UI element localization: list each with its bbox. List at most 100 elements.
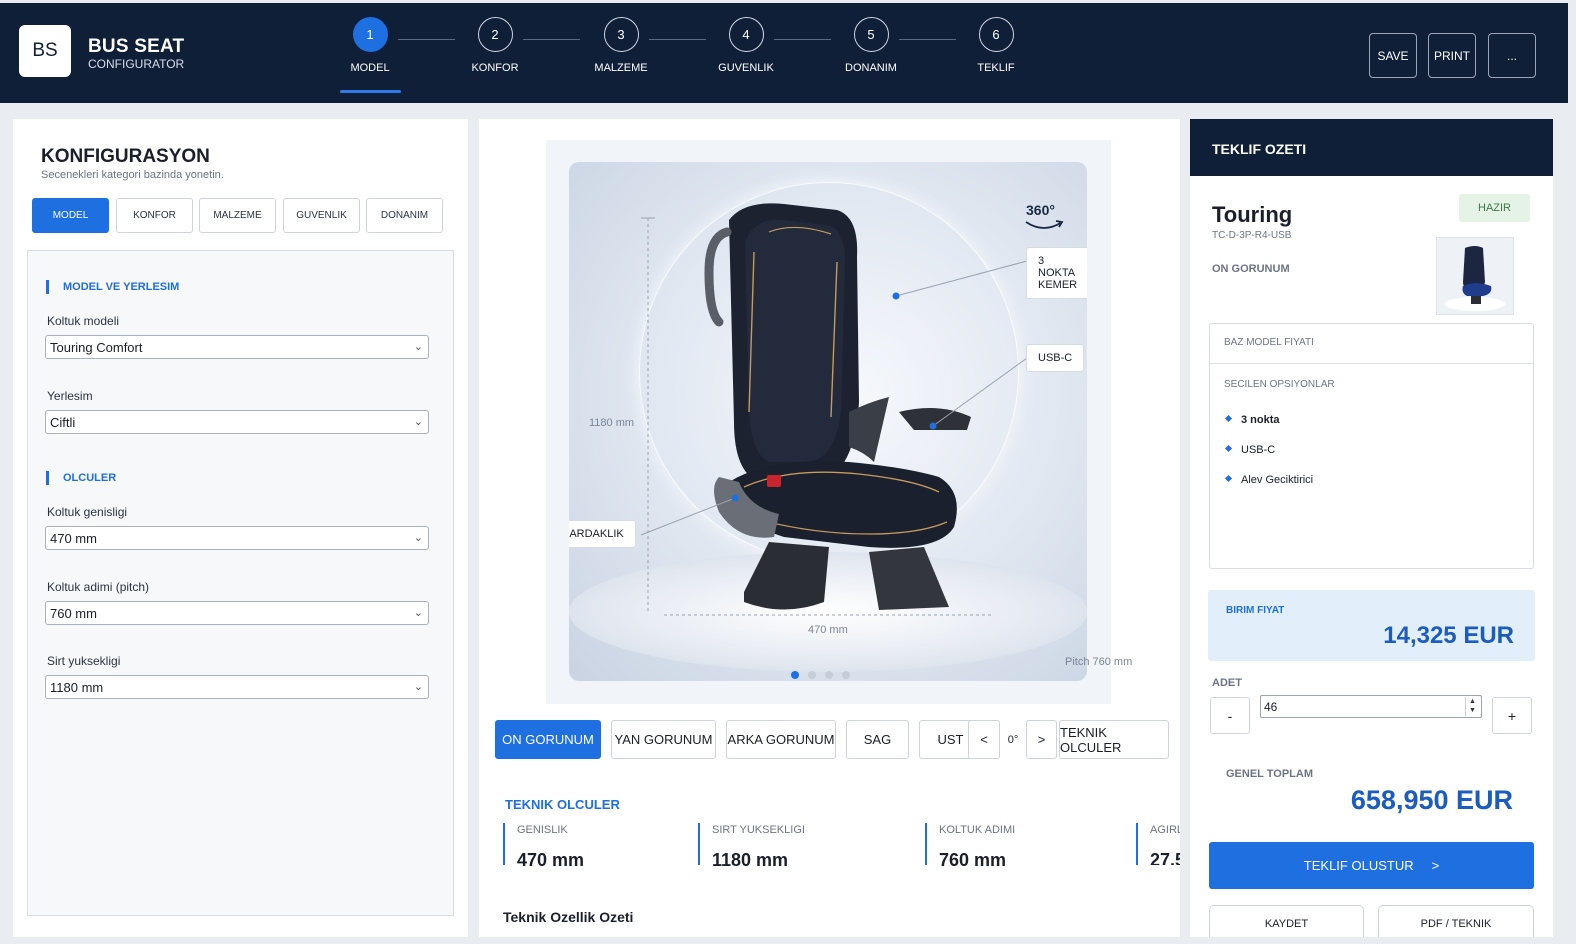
- image-dot-4[interactable]: [842, 671, 850, 679]
- app-title: BUS SEAT: [88, 36, 185, 57]
- unit-price-label: BIRIM FIYAT: [1226, 605, 1285, 616]
- step-model[interactable]: 1 MODEL: [330, 17, 410, 74]
- model-name: Touring: [1212, 202, 1293, 227]
- category-guvenlik-button[interactable]: GUVENLIK: [283, 198, 360, 233]
- metric-width: GENISLIK 470 mm: [503, 823, 584, 870]
- diamond-bullet-icon: [1224, 474, 1233, 483]
- option-item: Alev Geciktirici: [1224, 474, 1314, 486]
- save-button[interactable]: SAVE: [1369, 33, 1417, 78]
- active-step-indicator: [340, 90, 401, 93]
- seat-3d-viewer[interactable]: 360° 3 NOKTA KEMER USB-C ARDAKLIK 1180 m…: [569, 162, 1087, 681]
- create-quote-button[interactable]: TEKLIF OLUSTUR >: [1209, 842, 1534, 889]
- rotate-right-button[interactable]: >: [1026, 720, 1057, 759]
- seat-width-select[interactable]: 470 mm ⌄: [45, 526, 429, 550]
- selected-options-label: SECILEN OPSIYONLAR: [1224, 379, 1335, 390]
- rotate-left-button[interactable]: <: [968, 720, 1000, 759]
- step-number: 5: [853, 17, 889, 52]
- seat-pitch-label: Koltuk adimi (pitch): [47, 580, 150, 594]
- metric-label: KOLTUK ADIMI: [939, 824, 1016, 836]
- tech-dimensions-button[interactable]: TEKNIK OLCULER: [1059, 720, 1169, 759]
- app-header: BS BUS SEAT CONFIGURATOR 1 MODEL 2 KONFO…: [0, 3, 1568, 103]
- unit-price-box: BIRIM FIYAT 14,325 EUR: [1208, 590, 1535, 661]
- height-dimension: 1180 mm: [589, 417, 635, 429]
- status-badge: HAZIR: [1459, 194, 1530, 222]
- metric-back-height: SIRT YUKSEKLIGI 1180 mm: [698, 823, 805, 870]
- step-connector: [649, 39, 706, 40]
- more-button[interactable]: ...: [1488, 33, 1536, 78]
- seat-thumbnail[interactable]: [1436, 237, 1514, 315]
- step-konfor[interactable]: 2 KONFOR: [455, 17, 535, 74]
- seat-width-label: Koltuk genisligi: [47, 505, 128, 519]
- back-height-select[interactable]: 1180 mm ⌄: [45, 675, 429, 699]
- section-heading-model: MODEL VE YERLESIM: [46, 280, 179, 294]
- step-donanim[interactable]: 5 DONANIM: [831, 17, 911, 74]
- option-label: Alev Geciktirici: [1241, 474, 1314, 486]
- metric-label: GENISLIK: [517, 824, 568, 836]
- metric-pitch: KOLTUK ADIMI 760 mm: [925, 823, 1016, 870]
- back-height-label: Sirt yuksekligi: [47, 654, 121, 668]
- grand-total-value: 658,950 EUR: [1350, 785, 1513, 815]
- step-connector: [523, 39, 580, 40]
- option-item: 3 nokta: [1224, 414, 1280, 426]
- seat-model-select[interactable]: Touring Comfort ⌄: [45, 335, 429, 359]
- layout-select[interactable]: Ciftli ⌄: [45, 410, 429, 434]
- belt-tag[interactable]: 3 NOKTA KEMER: [1026, 247, 1087, 299]
- step-connector: [899, 39, 956, 40]
- metric-label: SIRT YUKSEKLIGI: [712, 824, 805, 836]
- layout-value: Ciftli: [50, 414, 76, 430]
- step-connector: [398, 39, 455, 40]
- quote-summary-panel: TEKLIF OZETI Touring TC-D-3P-R4-USB HAZI…: [1190, 119, 1553, 937]
- step-number: 4: [728, 17, 764, 52]
- seat-model-label: Koltuk modeli: [47, 314, 120, 328]
- image-dot-2[interactable]: [808, 671, 816, 679]
- chevron-down-icon: ⌄: [413, 532, 423, 544]
- step-label: MALZEME: [594, 62, 648, 74]
- usb-tag[interactable]: USB-C: [1026, 344, 1085, 372]
- step-number: 1: [352, 17, 388, 52]
- step-label: GUVENLIK: [718, 62, 774, 74]
- seat-image: [640, 203, 1028, 616]
- app-logo: BS: [19, 25, 71, 77]
- category-malzeme-button[interactable]: MALZEME: [199, 198, 276, 233]
- quantity-increase-button[interactable]: +: [1492, 697, 1532, 734]
- current-view-label: ON GORUNUM: [1212, 263, 1290, 275]
- step-number: 2: [477, 17, 513, 52]
- option-label: 3 nokta: [1241, 414, 1280, 426]
- quantity-spinner[interactable]: ▲ ▼: [1465, 697, 1479, 716]
- viewer-frame: 360° 3 NOKTA KEMER USB-C ARDAKLIK 1180 m…: [546, 140, 1132, 704]
- seat-pitch-select[interactable]: 760 mm ⌄: [45, 601, 429, 625]
- options-form: MODEL VE YERLESIM Koltuk modeli Touring …: [27, 250, 454, 916]
- category-model-button[interactable]: MODEL: [32, 198, 109, 233]
- category-donanim-button[interactable]: DONANIM: [366, 198, 443, 233]
- option-label: USB-C: [1241, 444, 1276, 456]
- seat-model-value: Touring Comfort: [50, 339, 143, 355]
- chevron-down-icon: ⌄: [413, 607, 423, 619]
- panel-subtitle: Secenekleri kategori bazinda yonetin.: [41, 169, 224, 181]
- quantity-value: 46: [1264, 699, 1278, 714]
- arrow-right-icon: >: [1431, 858, 1440, 873]
- base-price-label: BAZ MODEL FIYATI: [1224, 337, 1314, 348]
- diamond-bullet-icon: [1224, 414, 1233, 423]
- step-connector: [774, 39, 831, 40]
- image-dot-1[interactable]: [791, 671, 799, 679]
- print-button[interactable]: PRINT: [1428, 33, 1476, 78]
- quantity-decrease-button[interactable]: -: [1210, 697, 1250, 734]
- category-konfor-button[interactable]: KONFOR: [116, 198, 193, 233]
- cupholder-tag[interactable]: BARDAKLIK: [569, 520, 636, 548]
- spec-summary-title: Teknik Ozellik Ozeti: [503, 909, 634, 925]
- pdf-technical-button[interactable]: PDF / TEKNIK: [1378, 905, 1534, 937]
- view-back-button[interactable]: ARKA GORUNUM: [726, 720, 836, 759]
- view-side-button[interactable]: YAN GORUNUM: [611, 720, 716, 759]
- metric-value: 760 mm: [939, 850, 1007, 870]
- save-quote-button[interactable]: KAYDET: [1209, 905, 1364, 937]
- step-guvenlik[interactable]: 4 GUVENLIK: [706, 17, 786, 74]
- metric-weight: AGIRL 27.5: [1136, 823, 1180, 865]
- chevron-down-icon: ⌄: [413, 341, 423, 353]
- step-malzeme[interactable]: 3 MALZEME: [581, 17, 661, 74]
- quantity-input[interactable]: 46 ▲ ▼: [1260, 695, 1482, 718]
- view-right-button[interactable]: SAG: [846, 720, 909, 759]
- image-dot-3[interactable]: [825, 671, 833, 679]
- seat-pitch-value: 760 mm: [50, 605, 97, 621]
- view-front-button[interactable]: ON GORUNUM: [495, 720, 601, 759]
- step-teklif[interactable]: 6 TEKLIF: [956, 17, 1036, 74]
